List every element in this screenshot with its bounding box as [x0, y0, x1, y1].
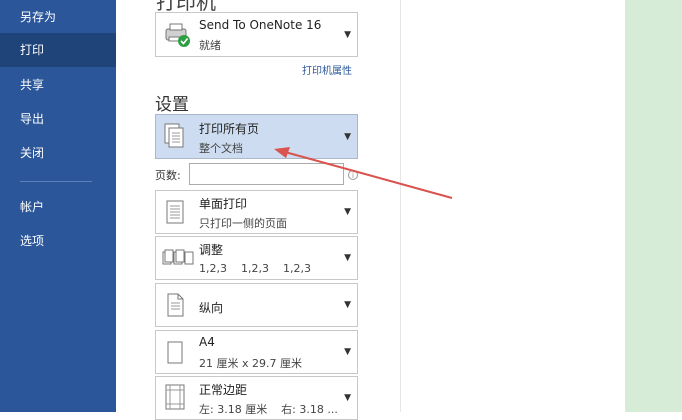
annotation-arrow	[274, 147, 453, 199]
